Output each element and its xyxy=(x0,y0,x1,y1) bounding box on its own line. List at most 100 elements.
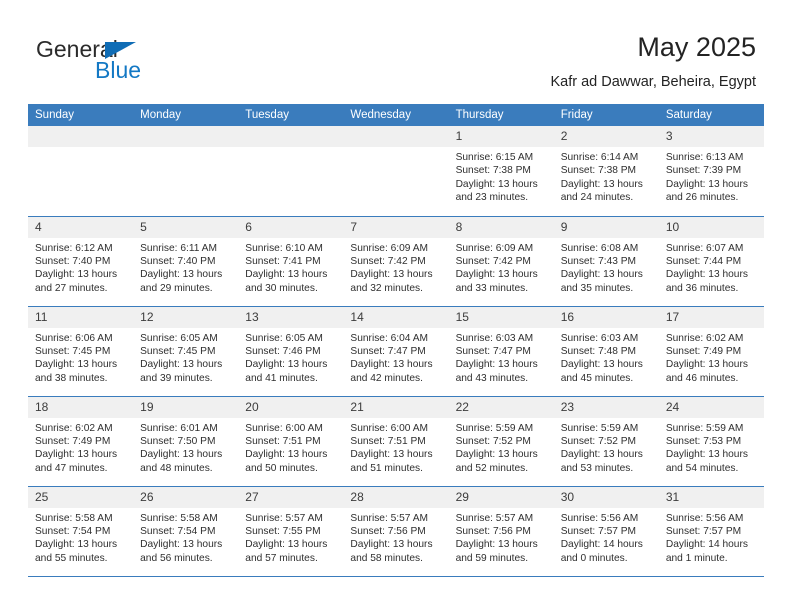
general-blue-logo[interactable]: General Blue xyxy=(36,36,226,90)
calendar-day-cell[interactable]: 19 Sunrise: 6:01 AM Sunset: 7:50 PM Dayli… xyxy=(133,396,239,487)
calendar-day-cell[interactable]: 28 Sunrise: 5:57 AM Sunset: 7:56 PM Dayli… xyxy=(343,486,449,577)
calendar-day-cell[interactable]: 8 Sunrise: 6:09 AM Sunset: 7:42 PM Daylig… xyxy=(448,216,554,307)
day-number: 15 xyxy=(448,306,554,328)
calendar-table: Sunday Monday Tuesday Wednesday Thursday… xyxy=(28,104,764,577)
sun-info-text: Sunrise: 6:08 AM Sunset: 7:43 PM Dayligh… xyxy=(560,242,643,294)
logo-text-blue: Blue xyxy=(95,57,142,83)
calendar-day-cell[interactable]: 6 Sunrise: 6:10 AM Sunset: 7:41 PM Daylig… xyxy=(238,216,344,307)
calendar-day-cell[interactable]: 22 Sunrise: 5:59 AM Sunset: 7:52 PM Dayli… xyxy=(448,396,554,487)
calendar-day-cell-empty xyxy=(343,126,449,217)
calendar-day-cell[interactable]: 9 Sunrise: 6:08 AM Sunset: 7:43 PM Daylig… xyxy=(553,216,659,307)
day-number: 3 xyxy=(658,126,764,147)
calendar-day-cell[interactable]: 1 Sunrise: 6:15 AM Sunset: 7:38 PM Daylig… xyxy=(448,126,554,217)
sun-info-text: Sunrise: 5:56 AM Sunset: 7:57 PM Dayligh… xyxy=(560,512,643,564)
sun-info-text: Sunrise: 5:59 AM Sunset: 7:53 PM Dayligh… xyxy=(665,422,748,474)
calendar-day-cell[interactable]: 3 Sunrise: 6:13 AM Sunset: 7:39 PM Daylig… xyxy=(658,126,764,217)
weekday-header-thursday: Thursday xyxy=(448,104,554,126)
sun-info-text: Sunrise: 6:02 AM Sunset: 7:49 PM Dayligh… xyxy=(665,332,748,384)
weekday-header-monday: Monday xyxy=(133,104,239,126)
day-number: 28 xyxy=(343,486,449,508)
day-number: 6 xyxy=(238,216,344,238)
calendar-day-cell[interactable]: 29 Sunrise: 5:57 AM Sunset: 7:56 PM Dayli… xyxy=(448,486,554,577)
sun-info-text: Sunrise: 6:06 AM Sunset: 7:45 PM Dayligh… xyxy=(35,332,118,384)
day-number: 23 xyxy=(553,396,659,418)
calendar-day-cell[interactable]: 4 Sunrise: 6:12 AM Sunset: 7:40 PM Daylig… xyxy=(28,216,134,307)
sun-info-text: Sunrise: 6:00 AM Sunset: 7:51 PM Dayligh… xyxy=(245,422,328,474)
calendar-week-row: 18 Sunrise: 6:02 AM Sunset: 7:49 PM Dayli… xyxy=(28,396,764,487)
sun-info-text: Sunrise: 6:03 AM Sunset: 7:48 PM Dayligh… xyxy=(560,332,643,384)
calendar-day-cell[interactable]: 24 Sunrise: 5:59 AM Sunset: 7:53 PM Dayli… xyxy=(658,396,764,487)
calendar-day-cell[interactable]: 13 Sunrise: 6:05 AM Sunset: 7:46 PM Dayli… xyxy=(238,306,344,397)
sun-info-text: Sunrise: 6:05 AM Sunset: 7:46 PM Dayligh… xyxy=(245,332,328,384)
sun-info-text: Sunrise: 6:13 AM Sunset: 7:39 PM Dayligh… xyxy=(665,152,748,204)
weekday-header-sunday: Sunday xyxy=(28,104,134,126)
calendar-day-cell[interactable]: 23 Sunrise: 5:59 AM Sunset: 7:52 PM Dayli… xyxy=(553,396,659,487)
calendar-day-cell[interactable]: 30 Sunrise: 5:56 AM Sunset: 7:57 PM Dayli… xyxy=(553,486,659,577)
calendar-day-cell[interactable]: 5 Sunrise: 6:11 AM Sunset: 7:40 PM Daylig… xyxy=(133,216,239,307)
calendar-day-cell[interactable]: 18 Sunrise: 6:02 AM Sunset: 7:49 PM Dayli… xyxy=(28,396,134,487)
sun-info-text: Sunrise: 5:57 AM Sunset: 7:56 PM Dayligh… xyxy=(455,512,538,564)
day-number: 31 xyxy=(658,486,764,508)
calendar-day-cell[interactable]: 31 Sunrise: 5:56 AM Sunset: 7:57 PM Dayli… xyxy=(658,486,764,577)
sun-info-text: Sunrise: 5:59 AM Sunset: 7:52 PM Dayligh… xyxy=(560,422,643,474)
calendar-body: 1 Sunrise: 6:15 AM Sunset: 7:38 PM Daylig… xyxy=(28,126,764,577)
calendar-day-cell[interactable]: 2 Sunrise: 6:14 AM Sunset: 7:38 PM Daylig… xyxy=(553,126,659,217)
weekday-header-saturday: Saturday xyxy=(658,104,764,126)
calendar-page: General Blue May 2025 Kafr ad Dawwar, Be… xyxy=(0,0,792,612)
calendar-week-row: 4 Sunrise: 6:12 AM Sunset: 7:40 PM Daylig… xyxy=(28,216,764,307)
day-number: 24 xyxy=(658,396,764,418)
location-subtitle: Kafr ad Dawwar, Beheira, Egypt xyxy=(550,74,756,90)
calendar-day-cell[interactable]: 16 Sunrise: 6:03 AM Sunset: 7:48 PM Dayli… xyxy=(553,306,659,397)
page-title: May 2025 xyxy=(637,32,756,62)
sun-info-text: Sunrise: 6:15 AM Sunset: 7:38 PM Dayligh… xyxy=(455,152,538,204)
day-number xyxy=(343,126,449,147)
calendar-day-cell[interactable]: 20 Sunrise: 6:00 AM Sunset: 7:51 PM Dayli… xyxy=(238,396,344,487)
sun-info-text: Sunrise: 6:01 AM Sunset: 7:50 PM Dayligh… xyxy=(140,422,223,474)
day-number: 10 xyxy=(658,216,764,238)
sun-info-text: Sunrise: 6:09 AM Sunset: 7:42 PM Dayligh… xyxy=(350,242,433,294)
sun-info-text: Sunrise: 5:56 AM Sunset: 7:57 PM Dayligh… xyxy=(665,512,748,564)
calendar-day-cell[interactable]: 10 Sunrise: 6:07 AM Sunset: 7:44 PM Dayli… xyxy=(658,216,764,307)
day-number: 16 xyxy=(553,306,659,328)
sun-info-text: Sunrise: 5:59 AM Sunset: 7:52 PM Dayligh… xyxy=(455,422,538,474)
calendar-day-cell-empty xyxy=(28,126,134,217)
sun-info-text: Sunrise: 5:58 AM Sunset: 7:54 PM Dayligh… xyxy=(140,512,223,564)
weekday-header-wednesday: Wednesday xyxy=(343,104,449,126)
day-number: 26 xyxy=(133,486,239,508)
sun-info-text: Sunrise: 6:05 AM Sunset: 7:45 PM Dayligh… xyxy=(140,332,223,384)
day-number: 19 xyxy=(133,396,239,418)
sun-info-text: Sunrise: 6:12 AM Sunset: 7:40 PM Dayligh… xyxy=(35,242,118,294)
calendar-week-row: 25 Sunrise: 5:58 AM Sunset: 7:54 PM Dayli… xyxy=(28,486,764,577)
calendar-day-cell[interactable]: 11 Sunrise: 6:06 AM Sunset: 7:45 PM Dayli… xyxy=(28,306,134,397)
sun-info-text: Sunrise: 6:09 AM Sunset: 7:42 PM Dayligh… xyxy=(455,242,538,294)
day-number: 5 xyxy=(133,216,239,238)
day-number: 4 xyxy=(28,216,134,238)
calendar-day-cell[interactable]: 21 Sunrise: 6:00 AM Sunset: 7:51 PM Dayli… xyxy=(343,396,449,487)
calendar-day-cell[interactable]: 27 Sunrise: 5:57 AM Sunset: 7:55 PM Dayli… xyxy=(238,486,344,577)
sun-info-text: Sunrise: 5:57 AM Sunset: 7:55 PM Dayligh… xyxy=(245,512,328,564)
day-number: 13 xyxy=(238,306,344,328)
calendar-day-cell[interactable]: 15 Sunrise: 6:03 AM Sunset: 7:47 PM Dayli… xyxy=(448,306,554,397)
day-number: 21 xyxy=(343,396,449,418)
day-number: 27 xyxy=(238,486,344,508)
calendar-week-row: 11 Sunrise: 6:06 AM Sunset: 7:45 PM Dayli… xyxy=(28,306,764,397)
calendar-day-cell[interactable]: 26 Sunrise: 5:58 AM Sunset: 7:54 PM Dayli… xyxy=(133,486,239,577)
calendar-day-cell-empty xyxy=(133,126,239,217)
day-number: 22 xyxy=(448,396,554,418)
day-number: 2 xyxy=(553,126,659,147)
day-number: 1 xyxy=(448,126,554,147)
day-number: 30 xyxy=(553,486,659,508)
day-number: 7 xyxy=(343,216,449,238)
day-number: 11 xyxy=(28,306,134,328)
sun-info-text: Sunrise: 6:00 AM Sunset: 7:51 PM Dayligh… xyxy=(350,422,433,474)
calendar-day-cell[interactable]: 14 Sunrise: 6:04 AM Sunset: 7:47 PM Dayli… xyxy=(343,306,449,397)
calendar-day-cell[interactable]: 17 Sunrise: 6:02 AM Sunset: 7:49 PM Dayli… xyxy=(658,306,764,397)
sun-info-text: Sunrise: 6:02 AM Sunset: 7:49 PM Dayligh… xyxy=(35,422,118,474)
day-number: 18 xyxy=(28,396,134,418)
day-number: 25 xyxy=(28,486,134,508)
calendar-day-cell[interactable]: 25 Sunrise: 5:58 AM Sunset: 7:54 PM Dayli… xyxy=(28,486,134,577)
calendar-day-cell[interactable]: 12 Sunrise: 6:05 AM Sunset: 7:45 PM Dayli… xyxy=(133,306,239,397)
calendar-day-cell[interactable]: 7 Sunrise: 6:09 AM Sunset: 7:42 PM Daylig… xyxy=(343,216,449,307)
day-number: 8 xyxy=(448,216,554,238)
sun-info-text: Sunrise: 5:58 AM Sunset: 7:54 PM Dayligh… xyxy=(35,512,118,564)
